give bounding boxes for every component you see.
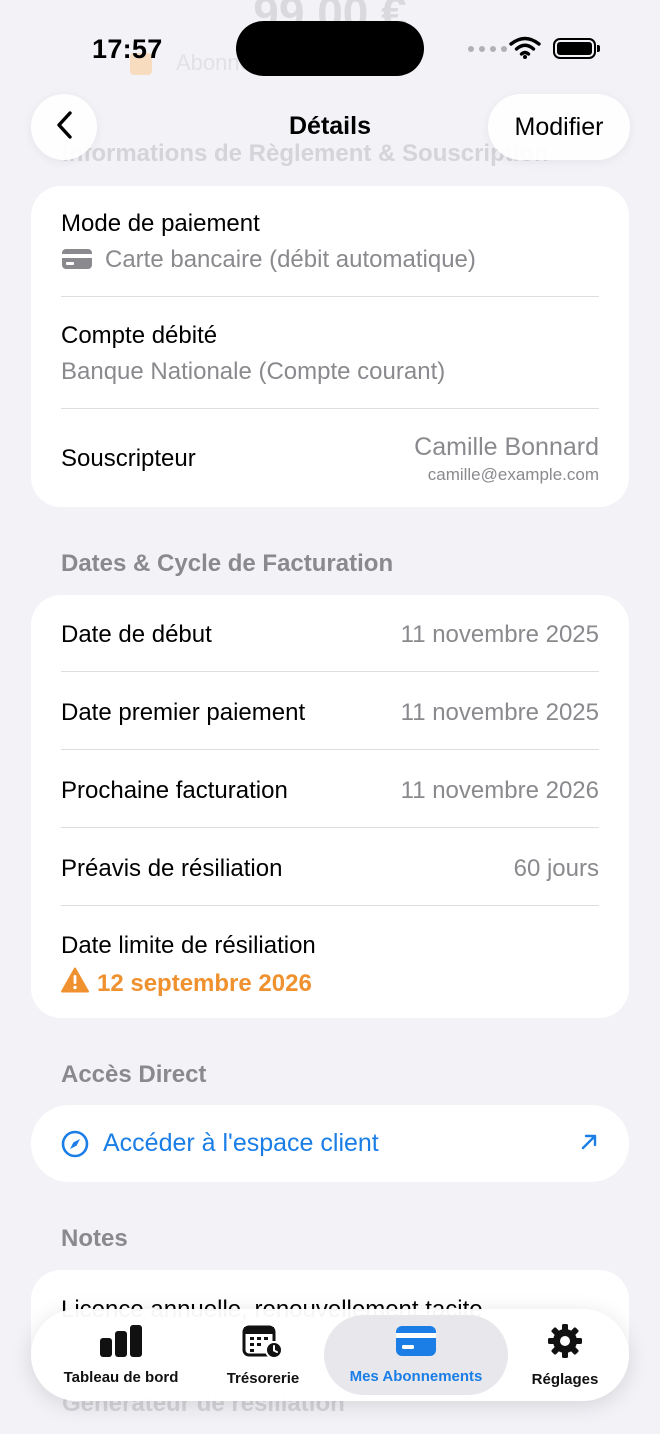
tab-subscriptions[interactable]: Mes Abonnements <box>324 1315 508 1395</box>
client-space-link[interactable]: Accéder à l'espace client <box>31 1105 629 1182</box>
tab-settings[interactable]: Réglages <box>517 1309 613 1401</box>
notice-period-value: 60 jours <box>513 855 599 882</box>
scroll-content[interactable]: 99,00 € Abonnement · prochaine Informati… <box>0 0 660 1434</box>
credit-card-icon <box>395 1325 437 1362</box>
deadline-value: 12 septembre 2026 <box>97 969 312 997</box>
account-value: Banque Nationale (Compte courant) <box>61 358 446 385</box>
cellular-signal-icon <box>468 46 507 52</box>
payment-method-value: Carte bancaire (débit automatique) <box>61 246 476 278</box>
tab-treasury-label: Trésorerie <box>226 1370 300 1387</box>
account-label: Compte débité <box>61 322 218 349</box>
battery-icon <box>553 38 600 59</box>
tab-bar: Tableau de bord Trésorerie Mes Abonnemen… <box>31 1309 629 1401</box>
compass-icon <box>61 1130 89 1163</box>
first-payment-label: Date premier paiement <box>61 699 306 726</box>
dates-section-header: Dates & Cycle de Facturation <box>61 550 394 577</box>
status-bar: 17:57 <box>0 0 660 96</box>
tab-dashboard[interactable]: Tableau de bord <box>43 1309 199 1401</box>
edit-button[interactable]: Modifier <box>488 94 630 160</box>
background-section-header: Informations de Règlement & Souscription <box>62 140 549 167</box>
external-arrow-icon <box>579 1132 599 1157</box>
dynamic-island <box>236 21 424 76</box>
dates-card: Date de début 11 novembre 2025 Date prem… <box>31 595 629 1018</box>
access-section-header: Accès Direct <box>61 1061 207 1088</box>
payment-method-label: Mode de paiement <box>61 210 260 237</box>
warning-triangle-icon <box>61 967 89 1000</box>
payment-card: Mode de paiement Carte bancaire (débit a… <box>31 186 629 507</box>
tab-treasury[interactable]: Trésorerie <box>203 1309 323 1401</box>
tab-subscriptions-label: Mes Abonnements <box>349 1368 483 1385</box>
tab-dashboard-label: Tableau de bord <box>63 1369 179 1386</box>
chart-bars-icon <box>98 1324 144 1363</box>
client-space-link-label: Accéder à l'espace client <box>103 1129 379 1157</box>
gear-icon <box>546 1322 584 1365</box>
notice-period-label: Préavis de résiliation <box>61 855 283 882</box>
next-billing-value: 11 novembre 2026 <box>400 777 599 804</box>
subscriber-email: camille@example.com <box>427 465 599 484</box>
status-time: 17:57 <box>92 34 163 64</box>
first-payment-value: 11 novembre 2025 <box>400 699 599 726</box>
tab-settings-label: Réglages <box>531 1371 599 1388</box>
start-date-label: Date de début <box>61 621 212 648</box>
next-billing-label: Prochaine facturation <box>61 777 288 804</box>
credit-card-icon <box>61 247 93 278</box>
calendar-clock-icon <box>241 1323 285 1364</box>
deadline-label: Date limite de résiliation <box>61 932 316 959</box>
wifi-icon <box>509 36 541 65</box>
subscriber-label: Souscripteur <box>61 445 196 472</box>
subscriber-name: Camille Bonnard <box>414 433 599 461</box>
deadline-warning: 12 septembre 2026 <box>61 967 312 1000</box>
start-date-value: 11 novembre 2025 <box>400 621 599 648</box>
notes-section-header: Notes <box>61 1225 128 1252</box>
